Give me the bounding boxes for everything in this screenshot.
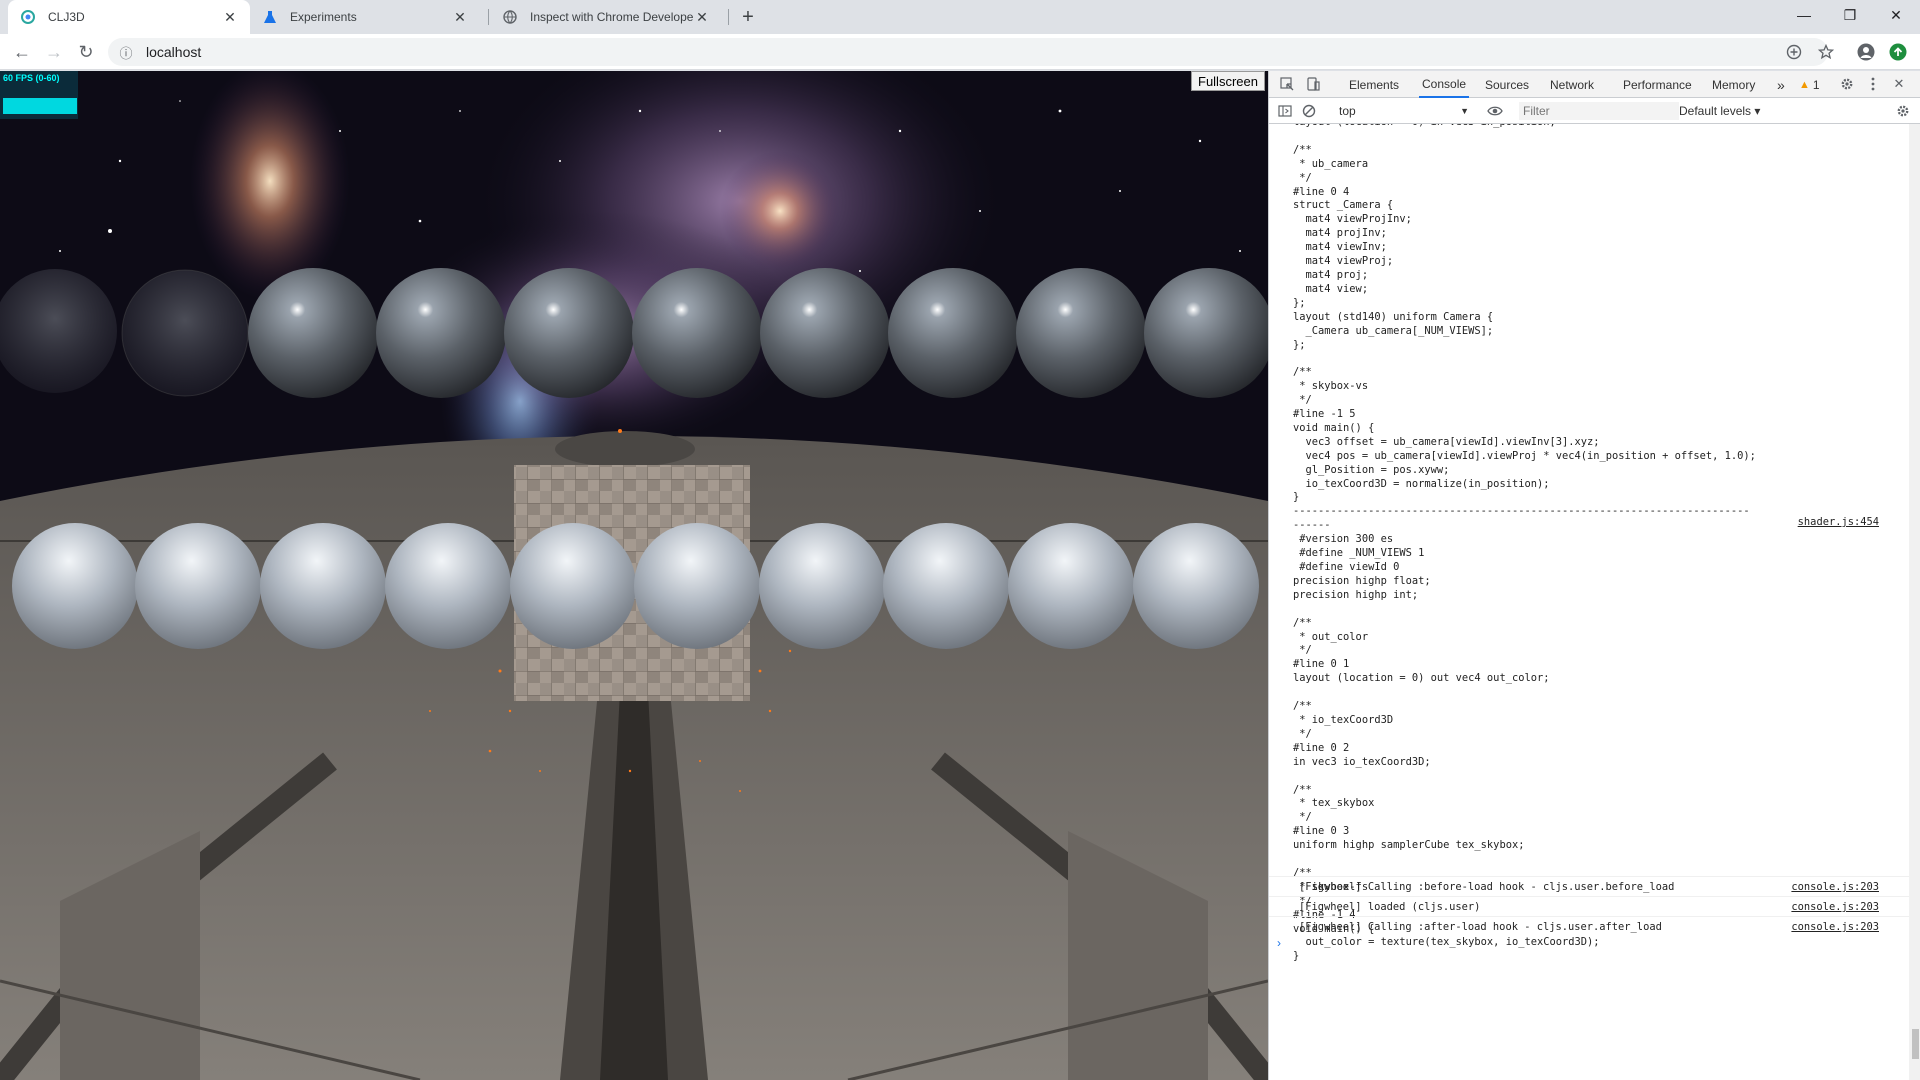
settings-gear-icon[interactable]	[1837, 75, 1857, 93]
flask-icon	[262, 9, 278, 25]
update-arrow-icon[interactable]	[1884, 38, 1912, 66]
devtools-panel: Elements Console Sources Network Perform…	[1268, 71, 1920, 1080]
fps-label: 60 FPS (0-60)	[3, 73, 60, 83]
forward-arrow-icon[interactable]: →	[40, 38, 68, 66]
live-expression-eye-icon[interactable]	[1485, 102, 1505, 120]
tab-title: Inspect with Chrome Developer T	[530, 10, 694, 24]
browser-toolbar: ← → ↻ ⓘ localhost	[0, 34, 1920, 70]
fps-meter: 60 FPS (0-60)	[0, 71, 78, 119]
tab-separator	[728, 9, 729, 25]
tab-network[interactable]: Network	[1550, 71, 1594, 98]
tab-separator	[488, 9, 489, 25]
warning-count: 1	[1812, 77, 1820, 92]
tab-memory[interactable]: Memory	[1712, 71, 1755, 98]
close-devtools-icon[interactable]: ✕	[1889, 75, 1909, 93]
kebab-menu-icon[interactable]	[1863, 75, 1883, 93]
tab-title: CLJ3D	[48, 10, 85, 24]
console-filter-input[interactable]	[1519, 102, 1679, 120]
source-link[interactable]: console.js:203	[1791, 921, 1879, 933]
sidebar-toggle-icon[interactable]	[1275, 102, 1295, 120]
tab-close-icon[interactable]: ✕	[694, 9, 710, 25]
console-settings-gear-icon[interactable]	[1893, 102, 1913, 120]
devtools-tab-bar: Elements Console Sources Network Perform…	[1269, 71, 1920, 98]
tab-elements[interactable]: Elements	[1349, 71, 1399, 98]
tab-experiments[interactable]: Experiments ✕	[250, 0, 480, 34]
fps-graph	[3, 98, 77, 114]
shader-source-log: layout (location = 0) in vec3 in_positio…	[1293, 124, 1883, 964]
reload-icon[interactable]: ↻	[72, 38, 100, 66]
tab-sources[interactable]: Sources	[1485, 71, 1529, 98]
globe-icon	[502, 9, 518, 25]
log-separator: ----------------------------------------…	[1293, 505, 1750, 532]
scrollbar-thumb[interactable]	[1912, 1029, 1919, 1059]
log-message: [Figwheel] Calling :before-load hook - c…	[1269, 876, 1909, 896]
maximize-icon[interactable]: ❐	[1827, 0, 1873, 30]
back-arrow-icon[interactable]: ←	[8, 38, 36, 66]
more-tabs-icon[interactable]: »	[1777, 71, 1785, 98]
chrome-favicon-icon	[20, 9, 36, 25]
log-text: [Figwheel] Calling :after-load hook - cl…	[1299, 921, 1662, 933]
warnings-badge[interactable]: ▲ 1	[1799, 71, 1820, 98]
webgl-canvas[interactable]: 60 FPS (0-60) Fullscreen	[0, 71, 1268, 1080]
chevron-down-icon: ▼	[1460, 106, 1469, 116]
scene-render	[0, 71, 1268, 1080]
log-text: [Figwheel] Calling :before-load hook - c…	[1299, 881, 1675, 893]
address-bar[interactable]: ⓘ localhost	[108, 38, 1828, 66]
install-app-icon[interactable]	[1780, 38, 1808, 66]
clear-console-icon[interactable]	[1299, 102, 1319, 120]
context-selector[interactable]: top ▼	[1339, 102, 1469, 120]
source-link[interactable]: console.js:203	[1791, 881, 1879, 893]
bookmark-star-icon[interactable]	[1812, 38, 1840, 66]
tab-inspect[interactable]: Inspect with Chrome Developer T ✕	[490, 0, 722, 34]
source-link[interactable]: console.js:203	[1791, 901, 1879, 913]
tab-clj3d[interactable]: CLJ3D ✕	[8, 0, 250, 34]
log-levels-dropdown[interactable]: Default levels ▾	[1679, 102, 1760, 120]
log-message: [Figwheel] loaded (cljs.user) console.js…	[1269, 896, 1909, 916]
console-output: layout (location = 0) in vec3 in_positio…	[1269, 124, 1909, 1080]
device-toolbar-icon[interactable]	[1303, 75, 1323, 93]
source-link[interactable]: shader.js:454	[1798, 516, 1879, 528]
new-tab-button[interactable]: +	[736, 5, 760, 29]
console-toolbar: top ▼ Default levels ▾	[1269, 98, 1920, 124]
fullscreen-button[interactable]: Fullscreen	[1191, 71, 1265, 91]
log-message: [Figwheel] Calling :after-load hook - cl…	[1269, 916, 1909, 936]
tab-close-icon[interactable]: ✕	[452, 9, 468, 25]
context-value: top	[1339, 104, 1356, 118]
tab-title: Experiments	[290, 10, 357, 24]
vertex-shader-source: layout (location = 0) in vec3 in_positio…	[1293, 124, 1756, 504]
tab-performance[interactable]: Performance	[1623, 71, 1692, 98]
log-text: [Figwheel] loaded (cljs.user)	[1299, 901, 1481, 913]
warning-icon: ▲	[1799, 78, 1810, 91]
console-scrollbar[interactable]	[1909, 124, 1920, 1080]
profile-avatar-icon[interactable]	[1852, 38, 1880, 66]
tab-console[interactable]: Console	[1419, 71, 1470, 98]
tab-strip: CLJ3D ✕ Experiments ✕ Inspect with Chrom…	[0, 0, 1920, 34]
minimize-icon[interactable]: —	[1781, 0, 1827, 30]
window-close-icon[interactable]: ✕	[1873, 0, 1919, 30]
info-icon[interactable]: ⓘ	[112, 43, 140, 62]
tab-close-icon[interactable]: ✕	[222, 9, 238, 25]
console-prompt[interactable]: ›	[1277, 936, 1281, 950]
inspect-element-icon[interactable]	[1277, 75, 1297, 93]
url-text: localhost	[146, 44, 202, 60]
